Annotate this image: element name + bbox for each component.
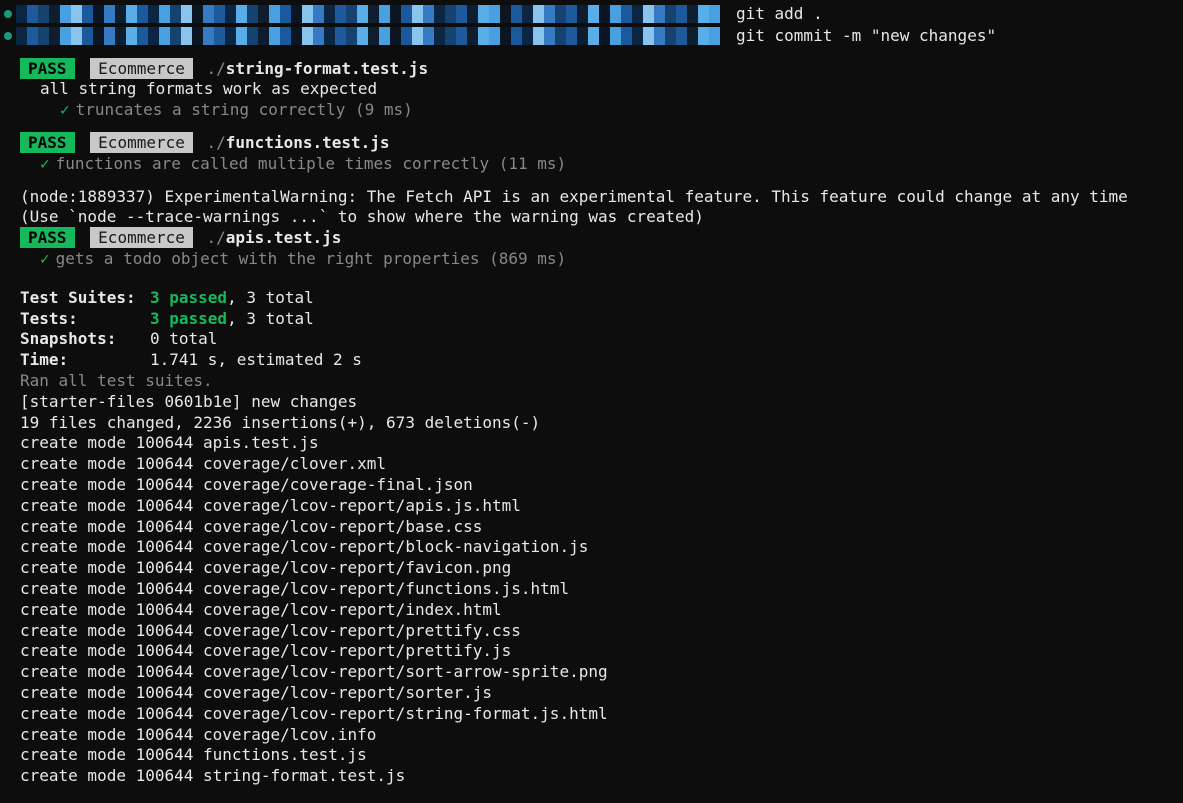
summary-tests: Tests: 3 passed, 3 total: [20, 309, 1183, 330]
summary-time: Time: 1.741 s, estimated 2 s: [20, 350, 1183, 371]
test-file-name: string-format.test.js: [226, 59, 428, 78]
command-text: git commit -m "new changes": [736, 26, 996, 47]
checkmark-icon: ✓: [40, 249, 50, 268]
created-file-line: create mode 100644 coverage/lcov-report/…: [20, 621, 1183, 642]
pass-badge: PASS: [20, 227, 75, 248]
test-result-line: PASS Ecommerce ./string-format.test.js: [0, 59, 1183, 80]
test-file-name: functions.test.js: [226, 133, 390, 152]
project-badge: Ecommerce: [90, 132, 193, 153]
prompt-bullet-icon: [4, 10, 12, 18]
total-count: , 3 total: [227, 288, 314, 307]
test-result-line: PASS Ecommerce ./apis.test.js: [0, 228, 1183, 249]
pass-badge: PASS: [20, 58, 75, 79]
project-badge: Ecommerce: [90, 227, 193, 248]
checkmark-icon: ✓: [60, 100, 70, 119]
node-warning-line: (node:1889337) ExperimentalWarning: The …: [0, 187, 1183, 208]
prompt-line-2: git commit -m "new changes": [0, 26, 1183, 47]
test-file-name: apis.test.js: [226, 228, 342, 247]
test-check-line: ✓ truncates a string correctly (9 ms): [0, 100, 1183, 121]
check-text: gets a todo object with the right proper…: [56, 249, 567, 268]
commit-hash-line: [starter-files 0601b1e] new changes: [20, 392, 1183, 413]
created-file-line: create mode 100644 coverage/lcov-report/…: [20, 641, 1183, 662]
summary-label: Tests:: [20, 309, 150, 330]
commit-stats-line: 19 files changed, 2236 insertions(+), 67…: [20, 413, 1183, 434]
created-file-line: create mode 100644 coverage/lcov-report/…: [20, 704, 1183, 725]
created-file-line: create mode 100644 coverage/coverage-fin…: [20, 475, 1183, 496]
snapshot-value: 0 total: [150, 329, 217, 350]
test-check-line: ✓ functions are called multiple times cor…: [0, 154, 1183, 175]
node-warning-line: (Use `node --trace-warnings ...` to show…: [0, 207, 1183, 228]
created-file-line: create mode 100644 coverage/lcov-report/…: [20, 579, 1183, 600]
check-text: truncates a string correctly (9 ms): [76, 100, 413, 119]
created-file-line: create mode 100644 coverage/lcov-report/…: [20, 537, 1183, 558]
path-prefix: ./: [207, 59, 226, 78]
created-file-line: create mode 100644 functions.test.js: [20, 745, 1183, 766]
passed-count: 3 passed: [150, 309, 227, 328]
project-badge: Ecommerce: [90, 58, 193, 79]
prompt-bullet-icon: [4, 32, 12, 40]
ran-suites-message: Ran all test suites.: [0, 371, 1183, 392]
summary-suites: Test Suites: 3 passed, 3 total: [20, 288, 1183, 309]
created-file-line: create mode 100644 string-format.test.js: [20, 766, 1183, 787]
command-text: git add .: [736, 4, 823, 25]
path-prefix: ./: [207, 228, 226, 247]
summary-label: Test Suites:: [20, 288, 150, 309]
pass-badge: PASS: [20, 132, 75, 153]
check-text: functions are called multiple times corr…: [56, 154, 567, 173]
checkmark-icon: ✓: [40, 154, 50, 173]
created-file-line: create mode 100644 coverage/clover.xml: [20, 454, 1183, 475]
time-value: 1.741 s, estimated 2 s: [150, 350, 362, 371]
git-commit-output: [starter-files 0601b1e] new changes 19 f…: [0, 392, 1183, 787]
total-count: , 3 total: [227, 309, 314, 328]
prompt-pixelated-path: [16, 5, 720, 23]
created-file-line: create mode 100644 coverage/lcov-report/…: [20, 683, 1183, 704]
created-file-line: create mode 100644 coverage/lcov-report/…: [20, 558, 1183, 579]
created-file-line: create mode 100644 coverage/lcov-report/…: [20, 600, 1183, 621]
summary-snapshots: Snapshots: 0 total: [20, 329, 1183, 350]
test-summary: Test Suites: 3 passed, 3 total Tests: 3 …: [0, 288, 1183, 371]
describe-text: all string formats work as expected: [0, 79, 1183, 100]
test-check-line: ✓ gets a todo object with the right prope…: [0, 249, 1183, 270]
prompt-line-1: git add .: [0, 4, 1183, 25]
created-file-line: create mode 100644 apis.test.js: [20, 433, 1183, 454]
created-file-line: create mode 100644 coverage/lcov-report/…: [20, 496, 1183, 517]
created-file-line: create mode 100644 coverage/lcov-report/…: [20, 662, 1183, 683]
test-result-line: PASS Ecommerce ./functions.test.js: [0, 133, 1183, 154]
created-file-line: create mode 100644 coverage/lcov.info: [20, 725, 1183, 746]
passed-count: 3 passed: [150, 288, 227, 307]
summary-label: Time:: [20, 350, 150, 371]
created-file-line: create mode 100644 coverage/lcov-report/…: [20, 517, 1183, 538]
prompt-pixelated-path: [16, 27, 720, 45]
summary-label: Snapshots:: [20, 329, 150, 350]
path-prefix: ./: [207, 133, 226, 152]
